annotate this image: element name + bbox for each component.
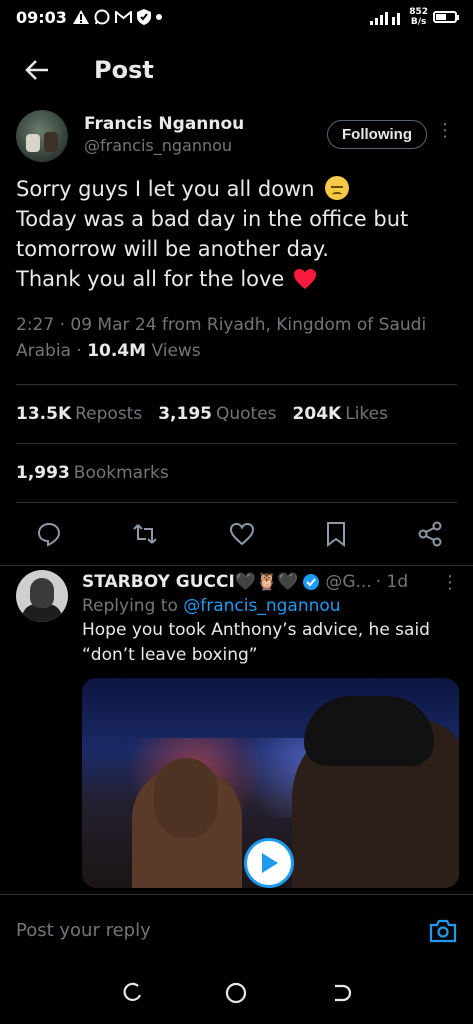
author-names[interactable]: Francis Ngannou @francis_ngannou [84,114,244,155]
reply-avatar[interactable] [16,570,68,622]
likes-stat[interactable]: 204K Likes [293,404,388,424]
reply-author-name[interactable]: STARBOY GUCCI🖤🦉🖤 [82,572,298,592]
system-nav-bar [0,966,473,1024]
following-button[interactable]: Following [327,120,427,149]
reply-time: · 1d [375,572,409,592]
home-button[interactable] [224,981,248,1009]
whatsapp-icon [94,9,110,25]
header: Post [0,40,473,100]
net-speed: 852 B/s [409,7,428,27]
status-right: 852 B/s [370,7,459,27]
bookmark-button[interactable] [325,521,347,547]
like-button[interactable] [229,522,255,546]
battery-fill [436,14,446,20]
post-line: Thank you all for the love [16,264,457,294]
post-line: Today was a bad day in the office but [16,207,409,231]
post-stats: 13.5K Reposts 3,195 Quotes 204K Likes [0,385,473,443]
heart-icon [229,522,254,546]
views-count: 10.4M [87,341,147,361]
post-body: Sorry guys I let you all down Today was … [0,166,473,294]
shield-icon [136,9,151,25]
pensive-emoji-icon [325,176,350,200]
camera-button[interactable] [429,919,457,943]
post-line: Sorry guys I let you all down [16,174,457,204]
nav-back-icon [335,984,352,1002]
reply-more-options-icon[interactable]: ⋮ [441,572,459,593]
reply-button[interactable] [36,521,62,547]
status-left: 09:03 [16,8,162,27]
gmail-icon [114,10,132,23]
post-views[interactable]: Arabia · 10.4M Views [16,338,457,364]
author-avatar[interactable] [16,110,68,162]
heart-emoji-icon [294,269,317,289]
reply-text: Hope you took Anthony’s advice, he said … [82,620,430,665]
back-button[interactable] [0,40,74,100]
page-title: Post [94,56,154,84]
recent-apps-button[interactable] [121,982,143,1008]
author-row: Francis Ngannou @francis_ngannou Followi… [0,104,473,166]
post-line: tomorrow will be another day. [16,237,329,261]
home-icon [226,982,247,1004]
camera-icon [429,919,457,942]
play-button[interactable] [244,838,294,888]
nav-back-button[interactable] [330,982,352,1008]
repost-button[interactable] [132,521,158,547]
share-icon [418,521,442,547]
post-timestamp: 2:27 · 09 Mar 24 from Riyadh, Kingdom of… [16,315,427,335]
more-options-icon[interactable]: ⋮ [433,122,457,140]
post-meta: 2:27 · 09 Mar 24 from Riyadh, Kingdom of… [0,294,473,364]
reply-content: STARBOY GUCCI🖤🦉🖤 @G... · 1d ⋮ Replying t… [82,570,459,894]
net-speed-unit: B/s [410,17,427,27]
replying-to-link[interactable]: @francis_ngannou [183,596,340,616]
bookmarks-stat[interactable]: 1,993 Bookmarks [0,444,473,502]
author-handle[interactable]: @francis_ngannou [84,136,244,155]
net-speed-value: 852 [409,7,428,17]
recent-apps-icon [123,982,141,1002]
warning-icon [72,10,89,24]
quotes-stat[interactable]: 3,195 Quotes [158,404,276,424]
status-bar: 09:03 852 B/s [0,0,473,34]
main-post: Francis Ngannou @francis_ngannou Followi… [0,104,473,566]
dot-icon [155,14,162,20]
reposts-stat[interactable]: 13.5K Reposts [16,404,142,424]
replying-to: Replying to @francis_ngannou [82,596,341,616]
post-actions [0,503,473,565]
arrow-left-icon [25,60,48,80]
reply-post[interactable]: STARBOY GUCCI🖤🦉🖤 @G... · 1d ⋮ Replying t… [0,558,473,894]
status-time: 09:03 [16,7,67,27]
reply-input[interactable]: Post your reply [16,920,151,941]
play-icon [262,853,278,873]
reply-icon [37,522,61,547]
bookmark-icon [326,522,345,547]
author-name[interactable]: Francis Ngannou [84,114,244,134]
reply-composer[interactable]: Post your reply [0,894,473,966]
reply-header: STARBOY GUCCI🖤🦉🖤 @G... · 1d ⋮ [82,570,459,594]
signal-icon [370,12,401,25]
notification-icons [72,9,162,25]
verified-badge-icon [303,574,320,590]
reply-video[interactable] [82,678,459,888]
repost-icon [133,524,157,544]
battery-icon [433,11,459,23]
share-button[interactable] [417,521,443,547]
reply-author-handle[interactable]: @G... [325,572,371,592]
